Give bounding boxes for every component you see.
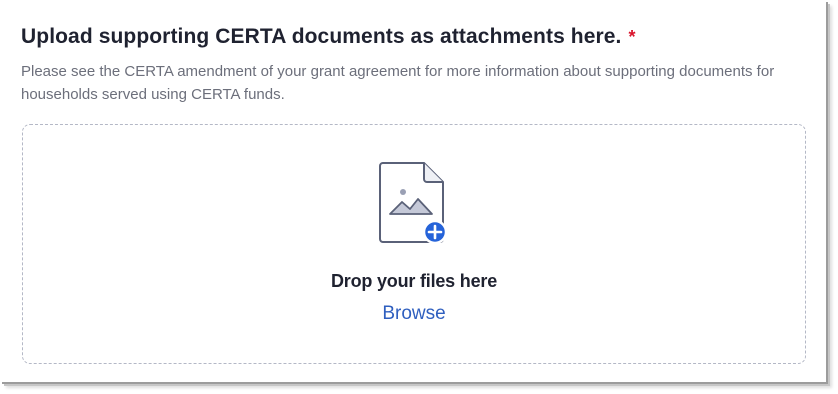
upload-field-title: Upload supporting CERTA documents as att… [21,23,636,51]
file-dropzone[interactable]: Drop your files here Browse [22,124,806,364]
upload-field-card: Upload supporting CERTA documents as att… [0,0,826,382]
upload-field-description: Please see the CERTA amendment of your g… [21,63,775,103]
drop-files-label: Drop your files here [330,271,498,291]
browse-files-link[interactable]: Browse [382,303,445,325]
image-file-add-icon [379,162,448,245]
upload-field-title-text: Upload supporting CERTA documents as att… [21,25,622,48]
required-marker: * [628,27,636,47]
upload-field-frame: Upload supporting CERTA documents as att… [0,0,826,382]
